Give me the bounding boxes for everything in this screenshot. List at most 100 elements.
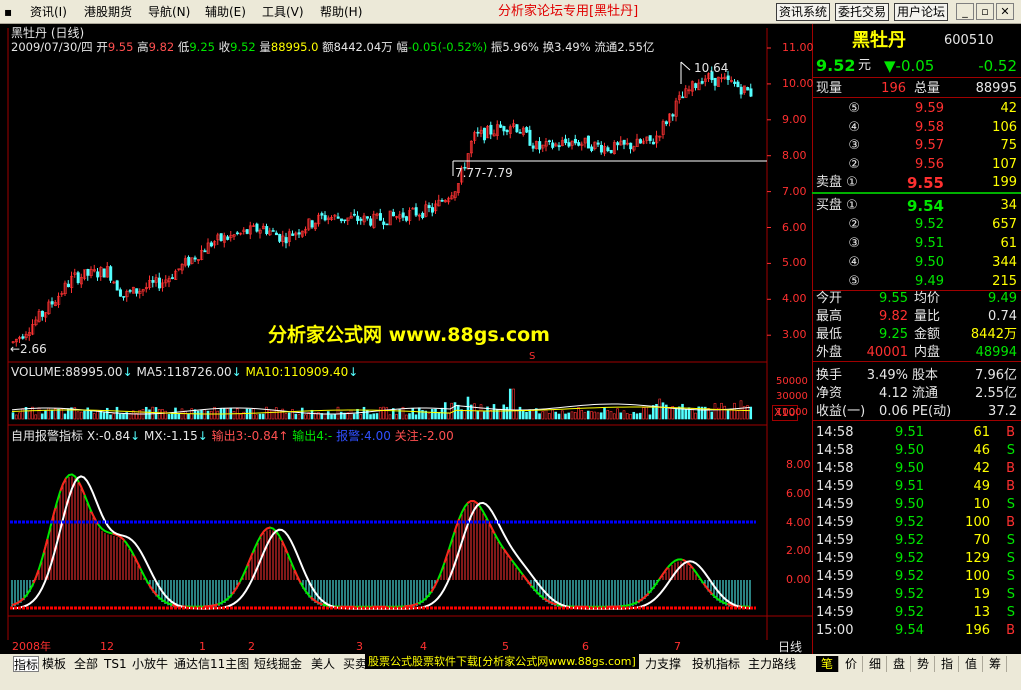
bottom-tab[interactable]: 模板 [42,656,66,672]
candle [109,266,113,281]
candle [538,141,542,150]
trade-button[interactable]: 委托交易 [835,3,889,21]
volume-bar [109,414,112,420]
sell-volume: 199 [992,175,1017,190]
stat-label: 量比 [914,309,941,324]
candle [638,139,642,144]
volume-bar [648,414,652,420]
candle [664,121,668,125]
tick-row: 14:59 9.52 13 S [812,604,1021,622]
volume-bar [411,408,415,420]
minimize-icon[interactable]: _ [956,3,974,20]
side-tab[interactable]: 筹 [984,656,1007,672]
tick-price: 9.52 [895,569,924,584]
bottom-tab[interactable]: 买卖 [343,656,367,672]
volume-bar [554,411,558,420]
volume-bar [638,412,642,420]
volume-bar [63,413,67,420]
stat2-row: 换手 3.49% 股本 7.96亿 [812,367,1021,385]
stat-value: 48994 [975,345,1017,360]
bottom-tab[interactable]: 全部 [74,656,98,672]
side-tab[interactable]: 指 [936,656,959,672]
tick-price: 9.50 [895,443,924,458]
side-tab[interactable]: 价 [840,656,863,672]
stat2-row: 净资 4.12 流通 2.55亿 [812,385,1021,403]
tick-side: B [1006,515,1015,530]
volume-bar [187,413,190,420]
volume-bar [710,411,714,420]
side-tab[interactable]: 细 [864,656,887,672]
volume-bar [635,413,639,420]
volume-bar [50,409,54,420]
volume-bar [674,407,678,420]
sell-level: 卖盘 ① [816,175,858,190]
buy-price: 9.54 [906,197,944,215]
menu-assist[interactable]: 辅助(E) [205,4,246,20]
info-system-button[interactable]: 资讯系统 [776,3,830,21]
menu-hk-futures[interactable]: 港股期货 [84,4,132,20]
bottom-tab[interactable]: 短线掘金 [254,656,302,672]
side-tab[interactable]: 盘 [888,656,911,672]
sell-row: 卖盘 ① 9.55 199 [812,174,1021,194]
candle [505,129,509,133]
price-tick: 9.00 [782,112,807,126]
bottom-tab[interactable]: 美人 [311,656,335,672]
candle [596,142,600,145]
candle [749,88,753,97]
menu-help[interactable]: 帮助(H) [320,4,362,20]
volume-bar [492,404,496,420]
stat-value: 0.06 [879,404,908,419]
candle [557,145,561,148]
candle [739,86,743,95]
chart-title: 黑牡丹 (日线) [11,26,85,40]
candle [382,221,386,225]
forum-button[interactable]: 用户论坛 [894,3,948,21]
price-tick: 4.00 [782,292,807,306]
buy-level: ③ [848,236,860,251]
volume-bar [258,413,262,420]
price-tick: 5.00 [782,256,807,270]
candle [219,233,223,241]
menu-tools[interactable]: 工具(V) [262,4,304,20]
buy-volume: 215 [992,274,1017,289]
candle [599,144,603,153]
volume-bar [122,413,125,420]
bottom-tab[interactable]: TS1 [104,656,127,672]
volume-bar [330,414,333,420]
bottom-tab[interactable]: 力支撑 [645,656,681,672]
candle [336,216,340,219]
ind-tick: 2.00 [786,544,811,558]
volume-bar [369,414,372,420]
menu-nav[interactable]: 导航(N) [148,4,190,20]
candle [616,142,620,146]
period-label[interactable]: 日线 [778,640,802,654]
side-tab[interactable]: 势 [912,656,935,672]
bottom-tab[interactable]: 投机指标 [692,656,740,672]
volume-bar [564,413,567,420]
menu-info[interactable]: 资讯(I) [30,4,67,20]
sell-level: ② [848,156,860,172]
volume-bar [391,408,395,420]
restore-icon[interactable]: ▫ [976,3,994,20]
indicator-legend: 自用报警指标 X:-0.84↓ MX:-1.15↓ 输出3:-0.84↑ 输出4… [11,429,454,443]
tick-side: B [1006,479,1015,494]
tick-time: 14:59 [816,569,854,584]
bottom-tab[interactable]: 通达信11主图 [174,656,249,672]
tick-side: B [1006,461,1015,476]
bottom-tab[interactable]: 小放牛 [132,656,168,672]
volume-bar [40,413,44,420]
tick-time: 14:59 [816,515,854,530]
candle [356,215,360,221]
candle [564,138,568,144]
bottom-tab[interactable]: 指标 [13,656,40,672]
close-icon[interactable]: ✕ [996,3,1014,20]
side-tab[interactable]: 值 [960,656,983,672]
tick-row: 14:59 9.50 10 S [812,496,1021,514]
side-tab[interactable]: 笔 [816,656,839,672]
bottom-tab[interactable]: 主力路线 [748,656,796,672]
volume-legend: VOLUME:88995.00↓ MA5:118726.00↓ MA10:110… [11,365,359,379]
vol-tick: 50000 [776,376,808,387]
volume-bar [521,409,525,420]
sell-price: 9.59 [915,101,944,116]
menu-icon[interactable]: ▪ [4,4,12,20]
